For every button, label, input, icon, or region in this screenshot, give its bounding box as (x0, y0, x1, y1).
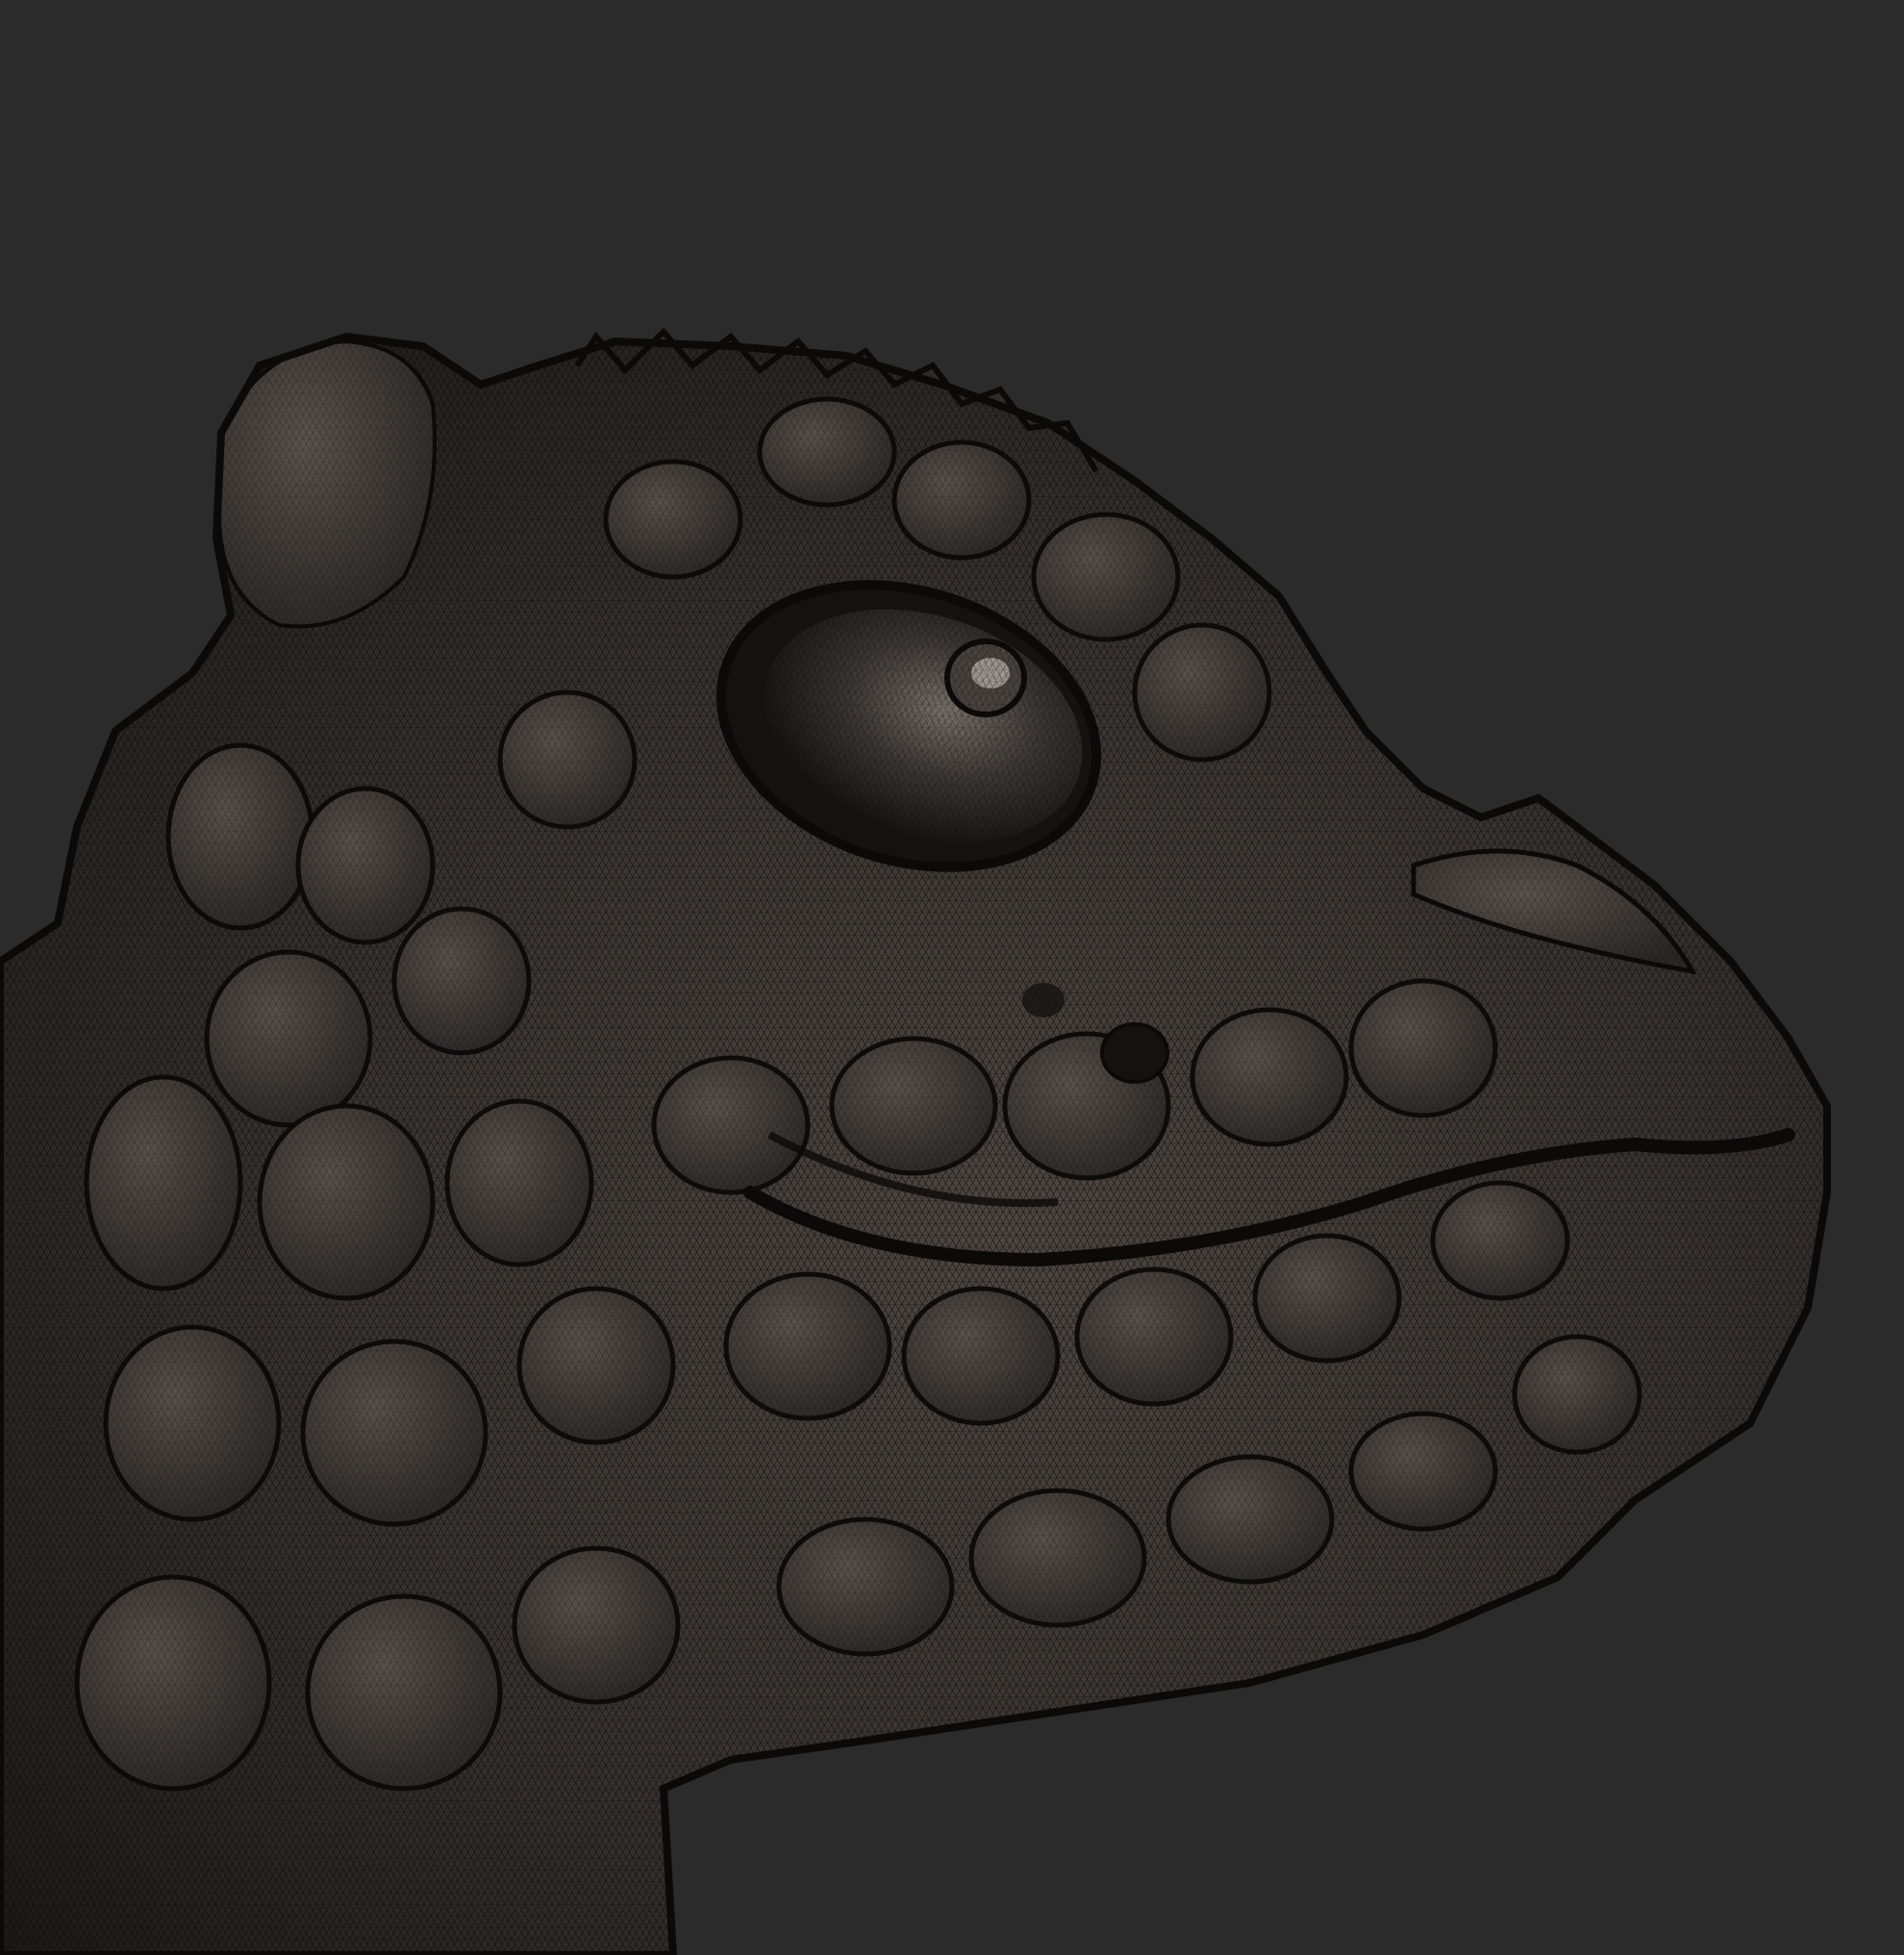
3d-viewport[interactable] (0, 0, 1904, 1955)
model-render[interactable] (0, 0, 1904, 1955)
reptile-head (0, 327, 1831, 1955)
